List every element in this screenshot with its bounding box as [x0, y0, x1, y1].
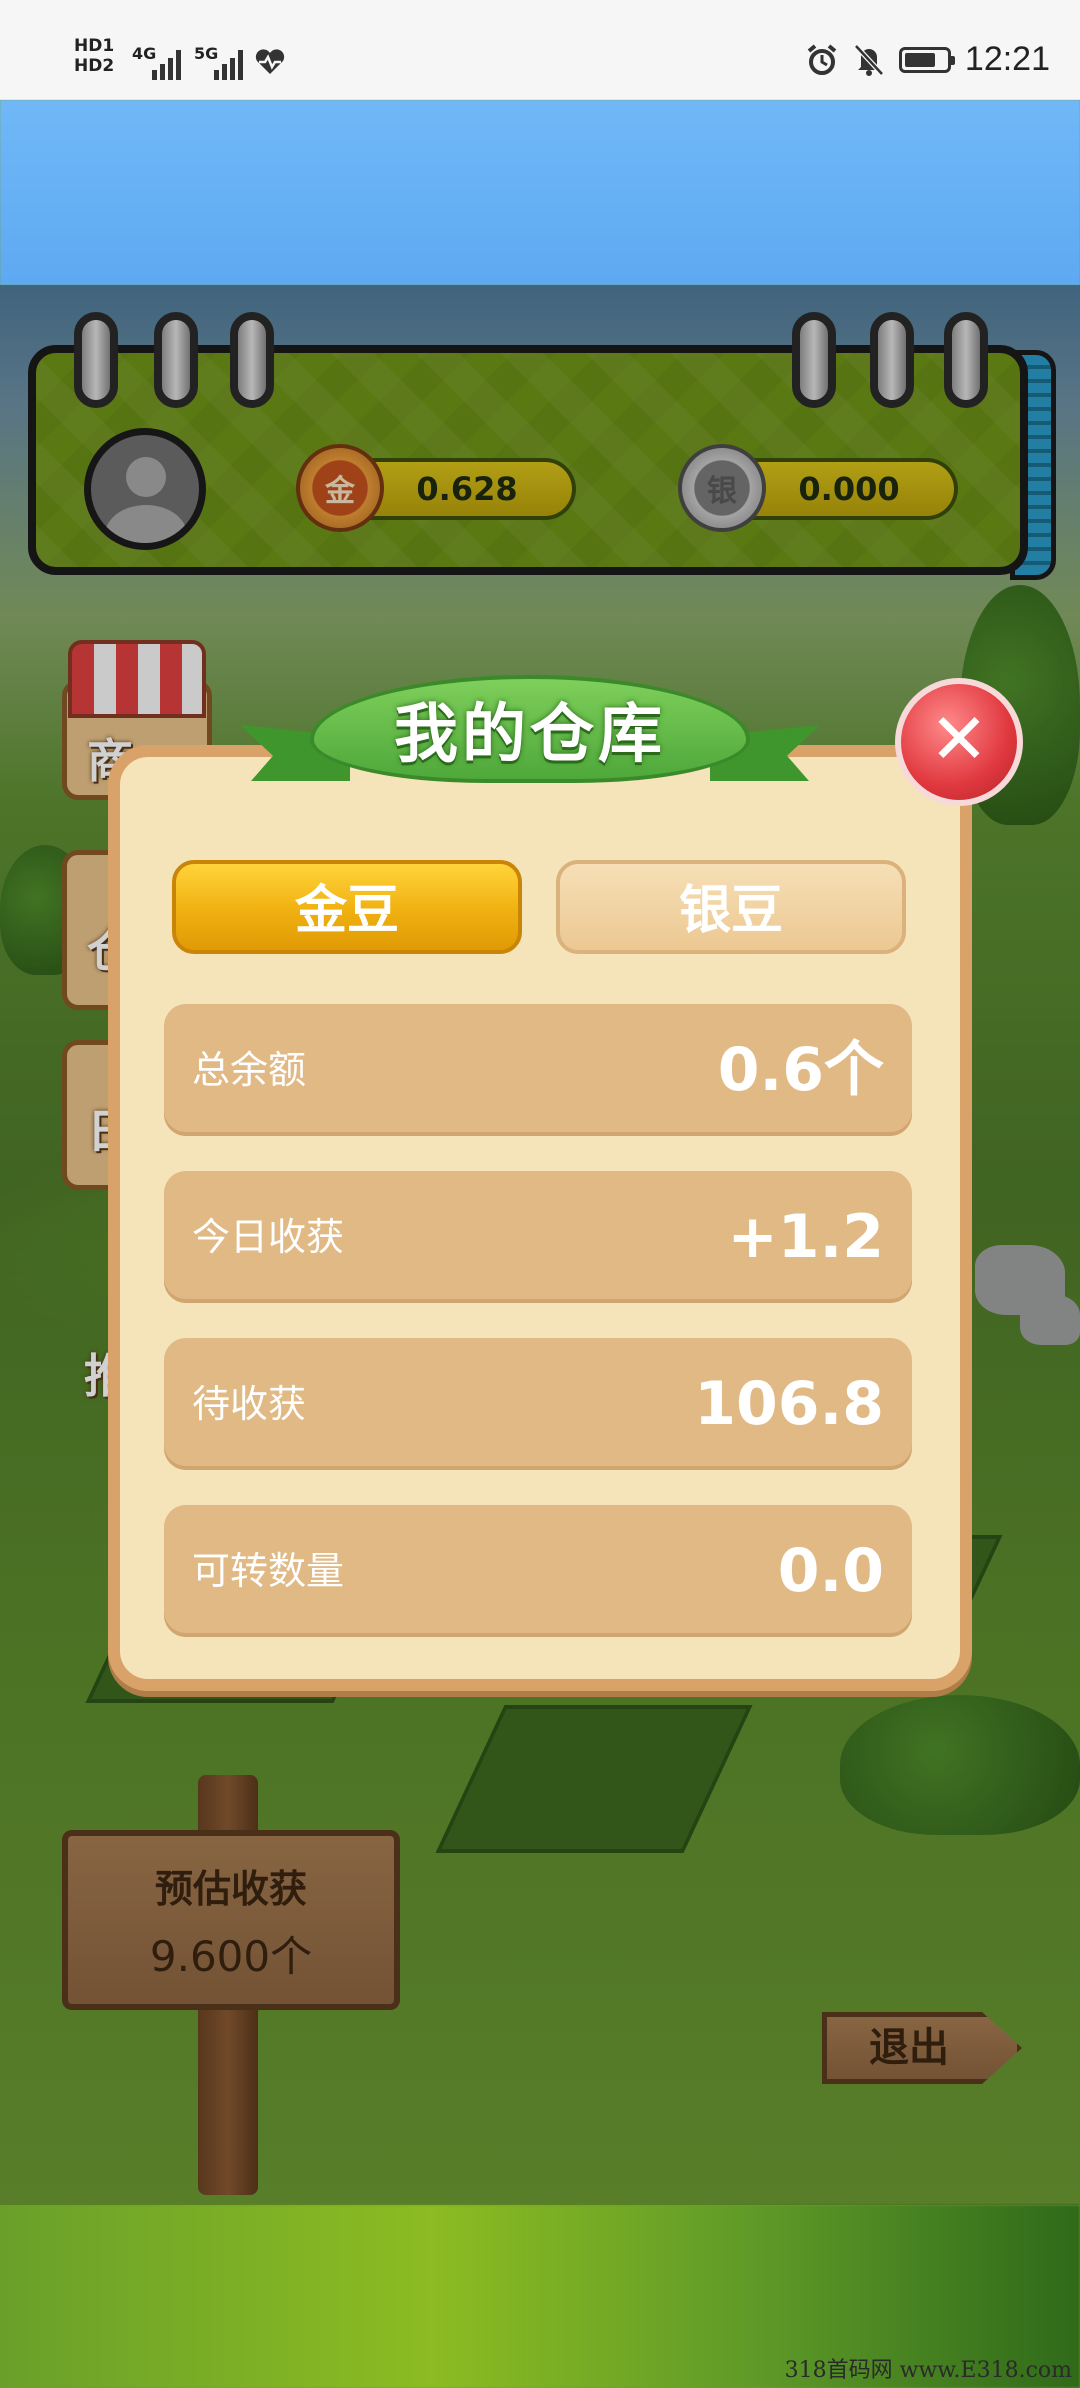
status-bar: HD1 HD2 4G 5G 12:21 [0, 0, 1080, 100]
sim-indicator: HD1 HD2 [74, 36, 114, 76]
today-harvest-row: 今日收获 +1.2 [164, 1171, 912, 1303]
status-right: 12:21 [805, 40, 1050, 79]
transferable-label: 可转数量 [192, 1549, 345, 1593]
pending-harvest-value: 106.8 [694, 1369, 884, 1439]
close-icon: ✕ [929, 698, 989, 780]
close-button[interactable]: ✕ [895, 678, 1023, 806]
tab-gold-beans[interactable]: 金豆 [172, 860, 522, 954]
today-harvest-label: 今日收获 [192, 1215, 345, 1259]
transferable-value: 0.0 [777, 1536, 884, 1606]
site-watermark: 318首码网 www.E318.com [784, 2358, 1072, 2383]
total-balance-label: 总余额 [192, 1048, 307, 1092]
signal-bars-2-icon [214, 46, 243, 80]
today-harvest-value: +1.2 [727, 1202, 884, 1272]
hd1-label: HD1 [74, 36, 115, 56]
total-balance-value: 0.6个 [717, 1035, 884, 1105]
alarm-icon [807, 43, 837, 75]
total-balance-row: 总余额 0.6个 [164, 1004, 912, 1136]
clock-time: 12:21 [964, 40, 1050, 78]
tab-silver-beans-label: 银豆 [678, 881, 783, 941]
tab-silver-beans[interactable]: 银豆 [556, 860, 906, 954]
pending-harvest-row: 待收获 106.8 [164, 1338, 912, 1470]
signal-bars-1-icon [152, 46, 181, 80]
transferable-row: 可转数量 0.0 [164, 1505, 912, 1637]
pending-harvest-label: 待收获 [192, 1382, 307, 1426]
sky-band [0, 100, 1080, 285]
modal-title: 我的仓库 [394, 698, 666, 772]
hd2-label: HD2 [74, 56, 115, 76]
heart-signal-icon [255, 49, 285, 74]
battery-icon [898, 46, 955, 73]
modal-title-ribbon: 我的仓库 [240, 665, 820, 805]
tab-gold-beans-label: 金豆 [294, 881, 399, 941]
mute-bell-icon [854, 43, 884, 76]
